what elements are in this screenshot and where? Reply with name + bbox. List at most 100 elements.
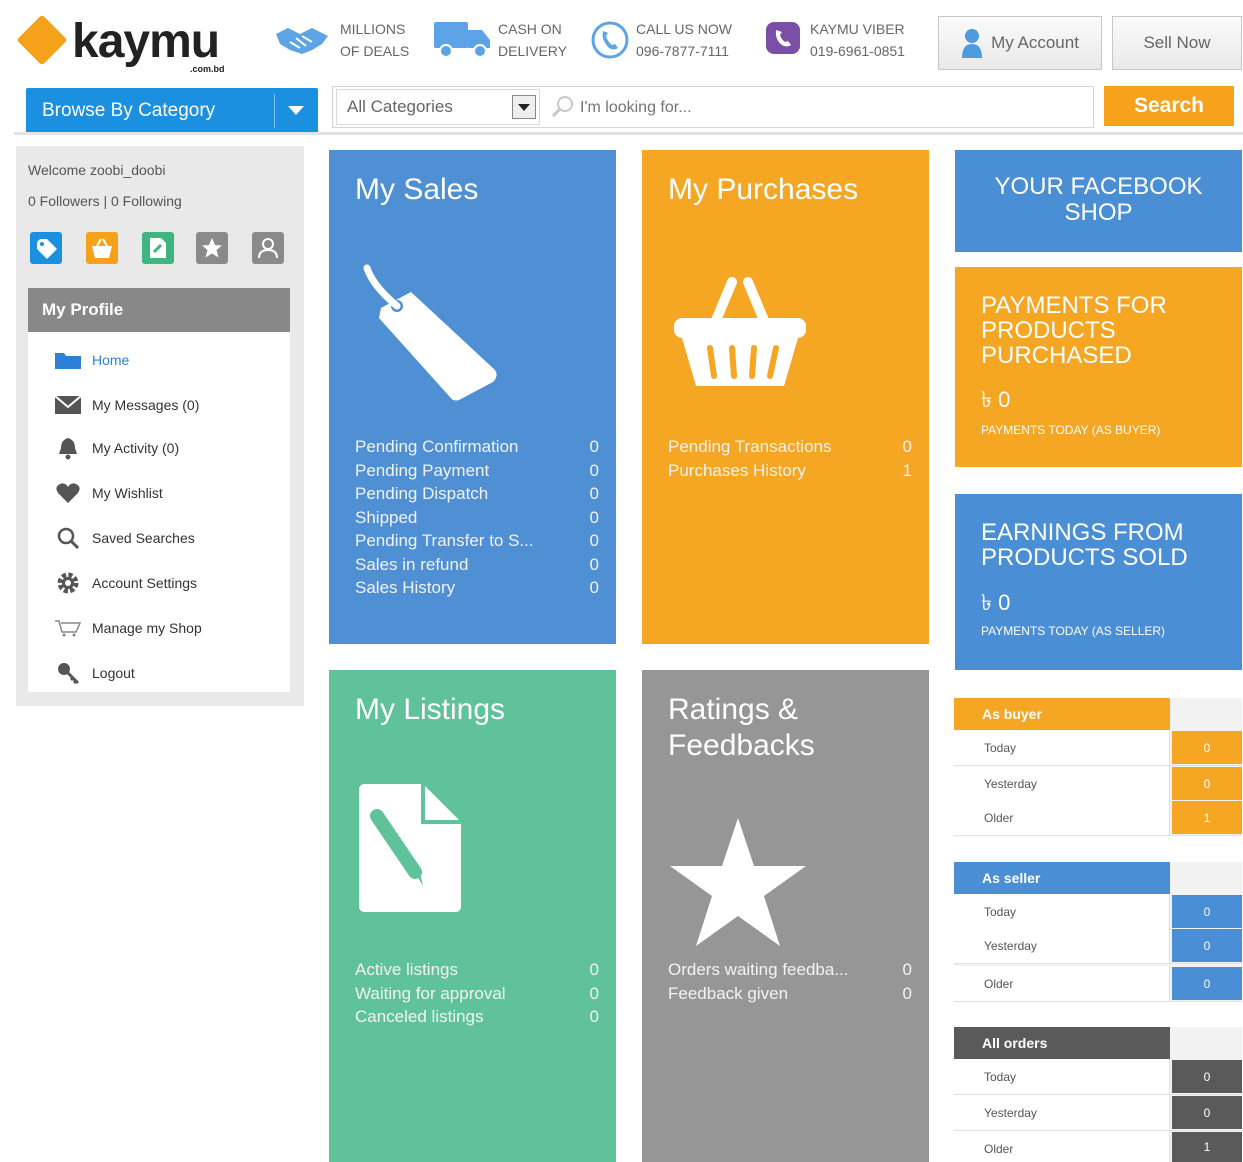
table-row-value: 0 (1172, 731, 1242, 764)
promo-viber-line1: KAYMU VIBER (810, 21, 905, 37)
table-row[interactable]: Older 1 (954, 800, 1242, 836)
table-row[interactable]: Yesterday 0 (954, 928, 1242, 964)
user-icon (962, 29, 983, 58)
follow-counts[interactable]: 0 Followers | 0 Following (28, 193, 182, 209)
price-tag-icon (363, 264, 497, 401)
table-row-value: 1 (1172, 1132, 1242, 1162)
sales-row[interactable]: Pending Dispatch 0 (355, 482, 599, 506)
payments-tile[interactable]: PAYMENTS FOR PRODUCTS PURCHASED ৳ 0 PAYM… (955, 267, 1242, 467)
menu-item-wishlist[interactable]: My Wishlist (54, 479, 163, 507)
sales-row[interactable]: Sales History 0 (355, 576, 599, 600)
table-row-value: 0 (1172, 767, 1242, 800)
table-row-label: Today (984, 741, 1017, 755)
purchases-row[interactable]: Purchases History 1 (668, 459, 912, 483)
sales-row[interactable]: Pending Transfer to S... 0 (355, 529, 599, 553)
my-sales-tile[interactable]: My Sales Pending Confirmation 0 Pending P… (329, 150, 616, 644)
listings-row[interactable]: Canceled listings 0 (355, 1005, 599, 1029)
table-row[interactable]: Yesterday 0 (954, 1095, 1242, 1131)
facebook-shop-line2: SHOP (1064, 199, 1133, 226)
earnings-tile[interactable]: EARNINGS FROM PRODUCTS SOLD ৳ 0 PAYMENTS… (955, 494, 1242, 670)
sales-row[interactable]: Sales in refund 0 (355, 553, 599, 577)
truck-icon (434, 22, 490, 58)
category-select[interactable]: All Categories (336, 89, 540, 125)
ratings-row[interactable]: Feedback given 0 (668, 982, 912, 1006)
my-listings-title: My Listings (355, 693, 506, 726)
payments-caption: PAYMENTS FOR PRODUCTS PURCHASED (981, 293, 1167, 368)
purchases-row-value: 1 (902, 460, 912, 480)
listings-row-value: 0 (589, 1007, 599, 1026)
my-purchases-tile[interactable]: My Purchases Pending Transactions 0 Purch… (642, 150, 929, 644)
table-row[interactable]: Older 0 (954, 966, 1242, 1002)
my-listings-tile[interactable]: My Listings Active listings 0 Waiting for… (329, 670, 616, 1162)
bell-icon (54, 436, 82, 460)
ratings-feedbacks-tile[interactable]: Ratings & Feedbacks Orders waiting feedb… (642, 670, 929, 1162)
table-row-value: 1 (1172, 801, 1242, 834)
sales-row-label: Sales in refund (355, 554, 469, 574)
table-row[interactable]: Today 0 (954, 1059, 1242, 1095)
menu-item-messages-label: My Messages (0) (92, 397, 200, 413)
facebook-shop-tile[interactable]: YOUR FACEBOOK SHOP (955, 150, 1242, 252)
table-row[interactable]: Yesterday 0 (954, 766, 1242, 802)
browse-separator (274, 94, 275, 128)
category-select-value: All Categories (347, 97, 453, 116)
earnings-caption: EARNINGS FROM PRODUCTS SOLD (981, 520, 1188, 570)
heart-icon (54, 481, 82, 505)
table-row-label: Older (984, 1142, 1014, 1156)
table-row-label: Yesterday (984, 939, 1037, 953)
all-orders-table: All orders Today 0 Yesterday 0 Older 1 (954, 1027, 1242, 1162)
table-row-value: 0 (1172, 1096, 1242, 1129)
table-row[interactable]: Today 0 (954, 730, 1242, 766)
listing-icon[interactable] (142, 232, 174, 264)
sales-row-label: Shipped (355, 507, 418, 527)
sales-row[interactable]: Pending Payment 0 (355, 459, 599, 483)
sales-row-value: 0 (589, 554, 599, 574)
listings-row-value: 0 (589, 960, 599, 979)
earnings-amount: ৳ 0 (981, 590, 1011, 615)
sales-row-label: Pending Confirmation (355, 437, 519, 456)
sell-now-button[interactable]: Sell Now (1112, 16, 1242, 70)
my-account-button[interactable]: My Account (938, 16, 1102, 70)
sales-row[interactable]: Pending Confirmation 0 (355, 435, 599, 459)
sales-row[interactable]: Shipped 0 (355, 506, 599, 530)
ratings-title-line1: Ratings & (668, 693, 799, 726)
menu-item-activity[interactable]: My Activity (0) (54, 434, 179, 462)
user-icon[interactable] (252, 232, 284, 264)
menu-item-account-settings[interactable]: Account Settings (54, 569, 197, 597)
cart-icon (54, 616, 82, 640)
menu-item-saved-searches-label: Saved Searches (92, 530, 195, 546)
table-row-label: Older (984, 811, 1014, 825)
promo-deals-line1: MILLIONS (340, 21, 406, 37)
menu-item-wishlist-label: My Wishlist (92, 485, 163, 501)
profile-menu-title: My Profile (28, 288, 290, 332)
menu-item-manage-shop[interactable]: Manage my Shop (54, 614, 202, 642)
payments-line3: PURCHASED (981, 342, 1132, 369)
browse-category-button[interactable]: Browse By Category (26, 88, 318, 134)
search-button[interactable]: Search (1104, 86, 1234, 126)
search-input[interactable] (580, 96, 1080, 120)
ratings-row-label: Orders waiting feedba... (668, 960, 849, 979)
table-row[interactable]: Older 1 (954, 1131, 1242, 1162)
magnifier-icon (54, 526, 82, 550)
star-icon[interactable] (196, 232, 228, 264)
payments-line1: PAYMENTS FOR (981, 292, 1167, 319)
logo-text: kaymu (72, 15, 220, 68)
purchases-row[interactable]: Pending Transactions 0 (668, 435, 912, 459)
chevron-down-icon[interactable] (512, 95, 536, 119)
menu-item-messages[interactable]: My Messages (0) (54, 391, 199, 419)
ratings-row-value: 0 (902, 960, 912, 979)
ratings-row[interactable]: Orders waiting feedba... 0 (668, 958, 912, 982)
listings-row[interactable]: Active listings 0 (355, 958, 599, 982)
basket-icon[interactable] (86, 232, 118, 264)
menu-item-logout[interactable]: Logout (54, 659, 135, 687)
sales-row-value: 0 (589, 484, 599, 503)
listings-row[interactable]: Waiting for approval 0 (355, 982, 599, 1006)
menu-item-saved-searches[interactable]: Saved Searches (54, 524, 195, 552)
my-purchases-title: My Purchases (668, 173, 859, 206)
listings-row-label: Waiting for approval (355, 983, 506, 1003)
star-icon (670, 818, 806, 946)
tag-icon[interactable] (30, 232, 62, 264)
menu-item-home[interactable]: Home (54, 346, 129, 374)
caret-down-icon (288, 106, 304, 115)
kaymu-logo[interactable]: kaymu .com.bd (16, 10, 235, 74)
table-row[interactable]: Today 0 (954, 894, 1242, 930)
